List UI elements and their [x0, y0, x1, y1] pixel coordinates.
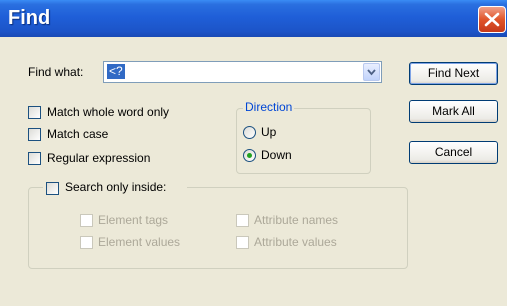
chevron-down-icon — [367, 69, 376, 76]
element-values-label: Element values — [98, 235, 181, 249]
search-inside-groupbox — [28, 187, 408, 269]
search-only-inside-checkbox[interactable] — [46, 182, 59, 195]
element-tags-label: Element tags — [98, 213, 169, 227]
attribute-values-label: Attribute values — [254, 235, 337, 249]
find-what-combobox[interactable]: <? — [103, 61, 382, 83]
mark-all-button[interactable]: Mark All — [409, 100, 498, 123]
direction-up-radio[interactable] — [243, 126, 256, 139]
find-what-dropdown-button[interactable] — [363, 63, 380, 81]
match-case-label[interactable]: Match case — [47, 127, 108, 141]
direction-up-label[interactable]: Up — [261, 125, 276, 139]
attribute-names-checkbox[interactable] — [236, 214, 249, 227]
element-tags-checkbox[interactable] — [80, 214, 93, 227]
window-title: Find — [8, 7, 51, 29]
match-whole-word-checkbox[interactable] — [28, 106, 41, 119]
radio-selected-dot — [247, 153, 252, 158]
find-what-label: Find what: — [28, 65, 84, 79]
attribute-values-checkbox[interactable] — [236, 236, 249, 249]
attribute-names-label: Attribute names — [254, 213, 339, 227]
title-bar[interactable]: Find — [0, 0, 507, 37]
find-what-value[interactable]: <? — [107, 64, 125, 79]
direction-groupbox — [236, 108, 371, 174]
match-whole-word-label[interactable]: Match whole word only — [47, 105, 169, 119]
search-only-inside-label[interactable]: Search only inside: — [65, 180, 166, 194]
regular-expression-checkbox[interactable] — [28, 152, 41, 165]
element-values-checkbox[interactable] — [80, 236, 93, 249]
direction-group-title: Direction — [243, 100, 295, 114]
find-dialog: Find Find what: <? Find Next Mark All Ca… — [0, 0, 507, 306]
close-button[interactable] — [478, 6, 506, 33]
match-case-checkbox[interactable] — [28, 128, 41, 141]
find-next-button[interactable]: Find Next — [409, 62, 498, 85]
regular-expression-label[interactable]: Regular expression — [47, 151, 150, 165]
close-icon — [484, 12, 500, 27]
cancel-button[interactable]: Cancel — [409, 141, 498, 164]
direction-down-label[interactable]: Down — [261, 148, 292, 162]
direction-down-radio[interactable] — [243, 149, 256, 162]
